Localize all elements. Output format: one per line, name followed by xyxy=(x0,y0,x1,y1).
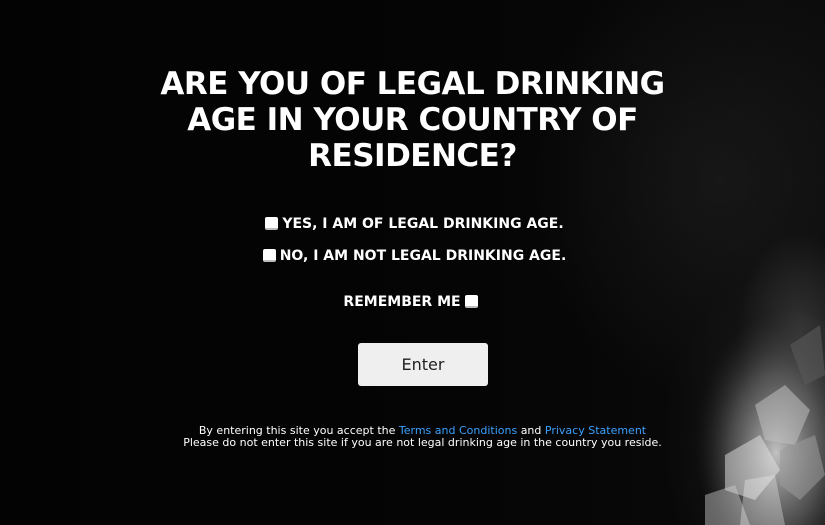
legal-drinking-age-notice: Please do not enter this site if you are… xyxy=(183,436,662,449)
no-legal-age-option[interactable]: NO, I AM NOT LEGAL DRINKING AGE. xyxy=(0,247,825,265)
yes-legal-age-option[interactable]: YES, I AM OF LEGAL DRINKING AGE. xyxy=(0,215,825,233)
yes-checkbox[interactable] xyxy=(265,217,279,230)
no-label: NO, I AM NOT LEGAL DRINKING AGE. xyxy=(279,248,567,264)
legal-notice: By entering this site you accept the Ter… xyxy=(170,425,675,449)
remember-me-checkbox[interactable] xyxy=(464,295,478,308)
yes-label: YES, I AM OF LEGAL DRINKING AGE. xyxy=(282,216,564,232)
remember-me-option[interactable]: REMEMBER ME xyxy=(0,293,825,311)
remember-me-label: REMEMBER ME xyxy=(343,294,461,310)
age-question-heading: ARE YOU OF LEGAL DRINKING AGE IN YOUR CO… xyxy=(160,66,665,174)
enter-button[interactable]: Enter xyxy=(358,343,488,386)
age-gate: ARE YOU OF LEGAL DRINKING AGE IN YOUR CO… xyxy=(0,0,825,525)
no-checkbox[interactable] xyxy=(262,249,276,262)
